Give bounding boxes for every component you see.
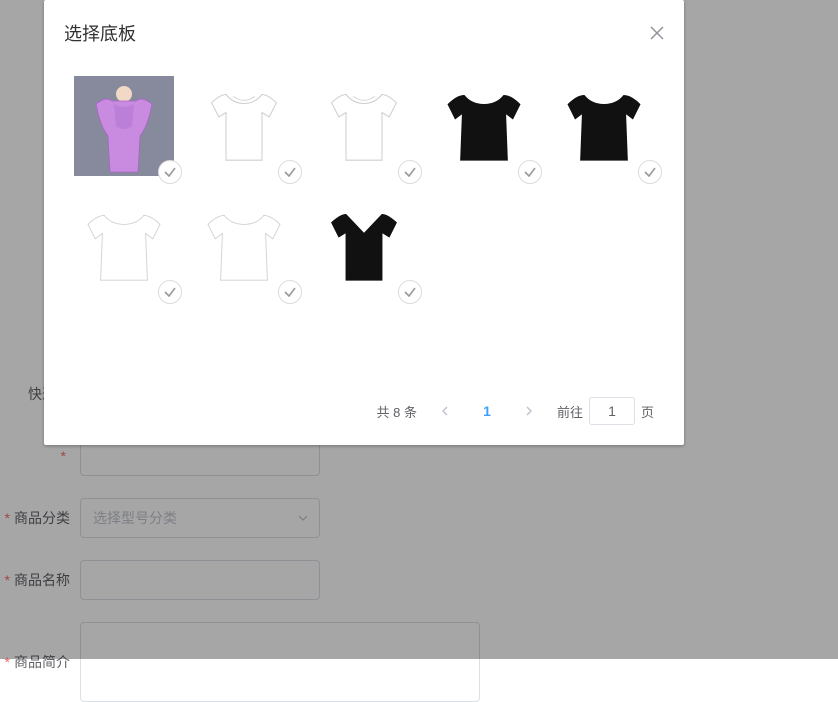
check-icon (158, 160, 182, 184)
select-template-dialog: 选择底板 共 8 条 1 前往 页 (44, 0, 684, 445)
pagination-jump: 前往 页 (557, 397, 654, 425)
template-item-7[interactable] (194, 196, 294, 296)
pagination: 共 8 条 1 前往 页 (44, 383, 684, 445)
check-icon (278, 280, 302, 304)
template-item-8[interactable] (314, 196, 414, 296)
template-grid (74, 76, 654, 296)
check-icon (518, 160, 542, 184)
check-icon (158, 280, 182, 304)
template-item-4[interactable] (434, 76, 534, 176)
template-item-1[interactable] (74, 76, 174, 176)
check-icon (398, 160, 422, 184)
template-item-6[interactable] (74, 196, 174, 296)
pagination-jump-input[interactable] (589, 397, 635, 425)
check-icon (278, 160, 302, 184)
check-icon (638, 160, 662, 184)
pagination-page-1[interactable]: 1 (473, 397, 501, 425)
dialog-body (44, 56, 684, 383)
pagination-total: 共 8 条 (376, 402, 417, 421)
dialog-title: 选择底板 (64, 20, 136, 46)
check-icon (398, 280, 422, 304)
template-item-2[interactable] (194, 76, 294, 176)
dialog-header: 选择底板 (44, 0, 684, 56)
template-item-3[interactable] (314, 76, 414, 176)
template-item-5[interactable] (554, 76, 654, 176)
close-icon[interactable] (650, 26, 664, 40)
pagination-prev-button[interactable] (431, 397, 459, 425)
pagination-next-button[interactable] (515, 397, 543, 425)
